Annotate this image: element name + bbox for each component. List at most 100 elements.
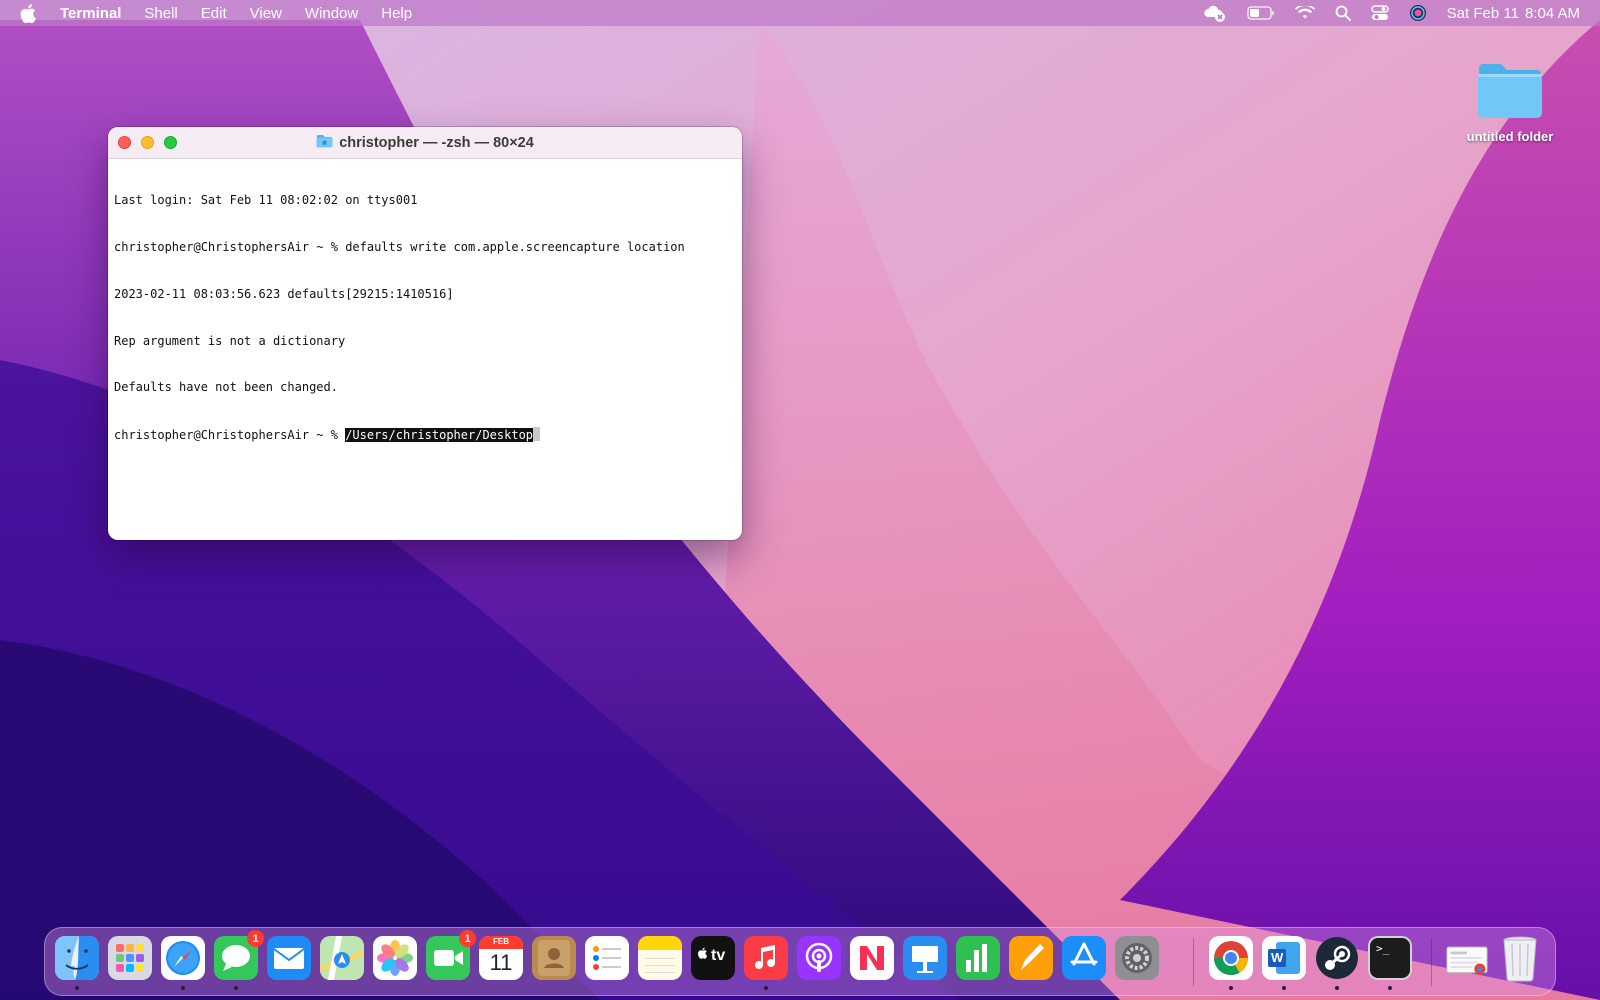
running-indicator [1335, 986, 1339, 990]
terminal-output[interactable]: Last login: Sat Feb 11 08:02:02 on ttys0… [108, 159, 742, 477]
word-label: W [1271, 950, 1284, 965]
menu-shell[interactable]: Shell [144, 5, 177, 22]
running-indicator [1388, 986, 1392, 990]
dock-calendar[interactable]: FEB 11 [479, 936, 523, 980]
dock: 1 1 FEB 11 tv W >_ [44, 927, 1556, 996]
terminal-line: Last login: Sat Feb 11 08:02:02 on ttys0… [114, 193, 418, 208]
menu-help[interactable]: Help [381, 5, 412, 22]
launchpad-icon [108, 936, 152, 980]
dock-messages[interactable]: 1 [214, 930, 264, 980]
terminal-line: christopher@ChristophersAir ~ % defaults… [114, 239, 685, 254]
downloads-stack-icon [1446, 946, 1488, 975]
pages-icon [1009, 936, 1053, 980]
menu-bar: Terminal Shell Edit View Window Help Sat… [0, 0, 1600, 26]
menu-window[interactable]: Window [305, 5, 358, 22]
text-cursor [533, 427, 541, 442]
folder-icon [1476, 62, 1544, 125]
calendar-day: 11 [489, 950, 513, 975]
steam-icon [1316, 937, 1358, 979]
terminal-line: Defaults have not been changed. [114, 380, 338, 395]
home-folder-icon [316, 134, 333, 152]
window-title-text: christopher — -zsh — 80×24 [339, 135, 534, 151]
dock-separator [1431, 938, 1432, 986]
apple-tv-label: tv [711, 947, 726, 964]
dock-podcasts[interactable] [797, 936, 841, 980]
dock-system-preferences[interactable] [1115, 936, 1159, 980]
apple-logo-icon[interactable] [20, 3, 38, 23]
dock-mail[interactable] [267, 936, 311, 980]
menu-view[interactable]: View [250, 5, 282, 22]
siri-icon[interactable] [1409, 3, 1427, 23]
mail-icon [267, 936, 311, 980]
dock-keynote[interactable] [903, 936, 947, 980]
dock-notes[interactable] [638, 936, 682, 980]
dock-apple-tv[interactable]: tv [691, 936, 735, 980]
safari-icon [161, 936, 205, 980]
notification-badge: 1 [247, 930, 264, 947]
terminal-window[interactable]: christopher — -zsh — 80×24 Last login: S… [108, 127, 742, 540]
close-button[interactable] [118, 136, 131, 149]
dock-separator [1193, 938, 1194, 986]
running-indicator [234, 986, 238, 990]
terminal-icon-label: >_ [1376, 942, 1390, 955]
zoom-button[interactable] [164, 136, 177, 149]
music-icon [744, 936, 788, 980]
spotlight-search-icon[interactable] [1335, 3, 1351, 23]
terminal-prompt-line: christopher@ChristophersAir ~ % /Users/c… [114, 427, 736, 443]
keynote-icon [903, 936, 947, 980]
cloud-disconnected-icon[interactable] [1203, 3, 1227, 23]
maps-icon [320, 936, 364, 980]
dock-safari[interactable] [161, 936, 205, 980]
running-indicator [1229, 986, 1233, 990]
dock-word[interactable]: W [1262, 936, 1306, 980]
desktop-folder-label: untitled folder [1466, 129, 1554, 144]
dock-maps[interactable] [320, 936, 364, 980]
reminders-icon [585, 936, 629, 980]
podcasts-icon [797, 936, 841, 980]
dock-downloads-stack[interactable] [1445, 936, 1489, 980]
wifi-icon[interactable] [1294, 3, 1315, 23]
terminal-prompt: christopher@ChristophersAir ~ % [114, 428, 346, 443]
dock-chrome[interactable] [1209, 936, 1253, 980]
menubar-date: Sat Feb 11 [1446, 4, 1519, 22]
dock-music[interactable] [744, 936, 788, 980]
running-indicator [75, 986, 79, 990]
terminal-line: Rep argument is not a dictionary [114, 333, 346, 348]
minimize-button[interactable] [141, 136, 154, 149]
notification-badge: 1 [459, 930, 476, 947]
menu-app-name[interactable]: Terminal [60, 5, 121, 22]
desktop-folder[interactable]: untitled folder [1460, 62, 1560, 144]
control-center-icon[interactable] [1370, 3, 1389, 23]
word-icon [1262, 936, 1306, 980]
running-indicator [181, 986, 185, 990]
dock-facetime[interactable]: 1 [426, 930, 476, 980]
dock-trash[interactable] [1498, 936, 1542, 982]
dock-contacts[interactable] [532, 936, 576, 980]
app-store-icon [1062, 936, 1106, 980]
menubar-time: 8:04 AM [1524, 4, 1580, 22]
dock-numbers[interactable] [956, 936, 1000, 980]
running-indicator [1282, 986, 1286, 990]
news-icon [850, 936, 894, 980]
menu-edit[interactable]: Edit [201, 5, 227, 22]
selected-text[interactable]: /Users/christopher/Desktop [345, 428, 534, 443]
dock-terminal[interactable]: >_ [1368, 936, 1412, 980]
dock-launchpad[interactable] [108, 936, 152, 980]
menubar-clock[interactable]: Sat Feb 11 8:04 AM [1447, 5, 1580, 22]
dock-news[interactable] [850, 936, 894, 980]
window-controls [108, 136, 177, 149]
calendar-month: FEB [493, 937, 509, 946]
battery-icon[interactable] [1247, 3, 1275, 23]
dock-finder[interactable] [55, 936, 99, 980]
photos-icon [373, 936, 417, 980]
dock-photos[interactable] [373, 936, 417, 980]
dock-steam[interactable] [1315, 936, 1359, 980]
terminal-line: 2023-02-11 08:03:56.623 defaults[29215:1… [114, 286, 454, 301]
trash-icon [1503, 936, 1537, 982]
running-indicator [764, 986, 768, 990]
window-titlebar[interactable]: christopher — -zsh — 80×24 [108, 127, 742, 159]
terminal-icon [1368, 936, 1412, 980]
dock-app-store[interactable] [1062, 936, 1106, 980]
dock-reminders[interactable] [585, 936, 629, 980]
dock-pages[interactable] [1009, 936, 1053, 980]
